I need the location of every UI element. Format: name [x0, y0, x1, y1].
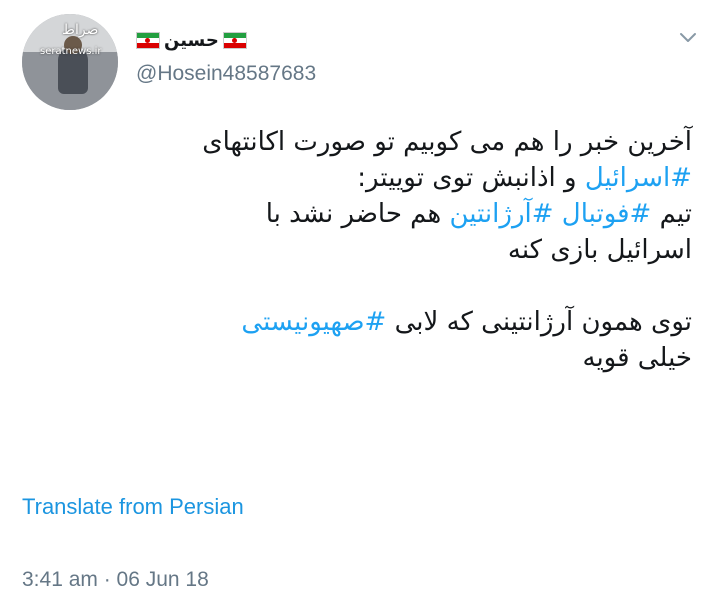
iran-flag-icon — [136, 32, 160, 49]
hashtag-link[interactable]: #اسرائیل — [585, 163, 692, 193]
tweet-line: خیلی قویه — [92, 340, 693, 376]
chevron-down-icon[interactable] — [678, 30, 698, 46]
tweet-text-segment: خیلی قویه — [582, 343, 693, 373]
tweet-text-segment — [554, 199, 562, 229]
hashtag-link[interactable]: #صهیونیستی — [241, 307, 386, 337]
hashtag-link[interactable]: #فوتبال — [562, 199, 652, 229]
user-handle[interactable]: @Hosein48587683 — [136, 62, 316, 86]
display-name-row[interactable]: حسین — [136, 30, 247, 51]
tweet-text: آخرین خبر را هم می کوبیم تو صورت اکانتها… — [92, 124, 692, 376]
translate-link[interactable]: Translate from Persian — [22, 494, 244, 520]
timestamp[interactable]: 3:41 am · 06 Jun 18 — [22, 568, 209, 592]
tweet-line: تیم #فوتبال #آرژانتین هم حاضر نشد با — [92, 196, 692, 232]
hashtag-link[interactable]: #آرژانتین — [449, 199, 553, 229]
tweet-line: توی همون آرژانتینی که لابی #صهیونیستی — [92, 304, 692, 340]
tweet-line: #اسرائیل و اذانبش توی توییتر: — [92, 160, 692, 196]
tweet-text-segment: هم حاضر نشد با — [265, 199, 450, 229]
tweet-line: اسرائیل بازی کنه — [92, 232, 692, 268]
divider — [0, 554, 720, 555]
tweet-text-segment: و اذانبش توی توییتر: — [357, 163, 585, 193]
tweet-text-segment: تیم — [651, 199, 692, 229]
avatar-logo: صراط — [62, 22, 99, 38]
tweet-text-segment: اسرائیل بازی کنه — [507, 235, 692, 265]
tweet-line: آخرین خبر را هم می کوبیم تو صورت اکانتها… — [92, 124, 692, 160]
avatar-watermark: seratnews.ir — [40, 46, 102, 57]
iran-flag-icon — [222, 32, 247, 49]
tweet-text-segment: آخرین خبر را هم می کوبیم تو صورت اکانتها… — [202, 127, 692, 157]
tweet-text-segment: توی همون آرژانتینی که لابی — [386, 307, 692, 337]
display-name: حسین — [164, 30, 219, 51]
avatar[interactable]: صراط seratnews.ir — [22, 14, 118, 110]
